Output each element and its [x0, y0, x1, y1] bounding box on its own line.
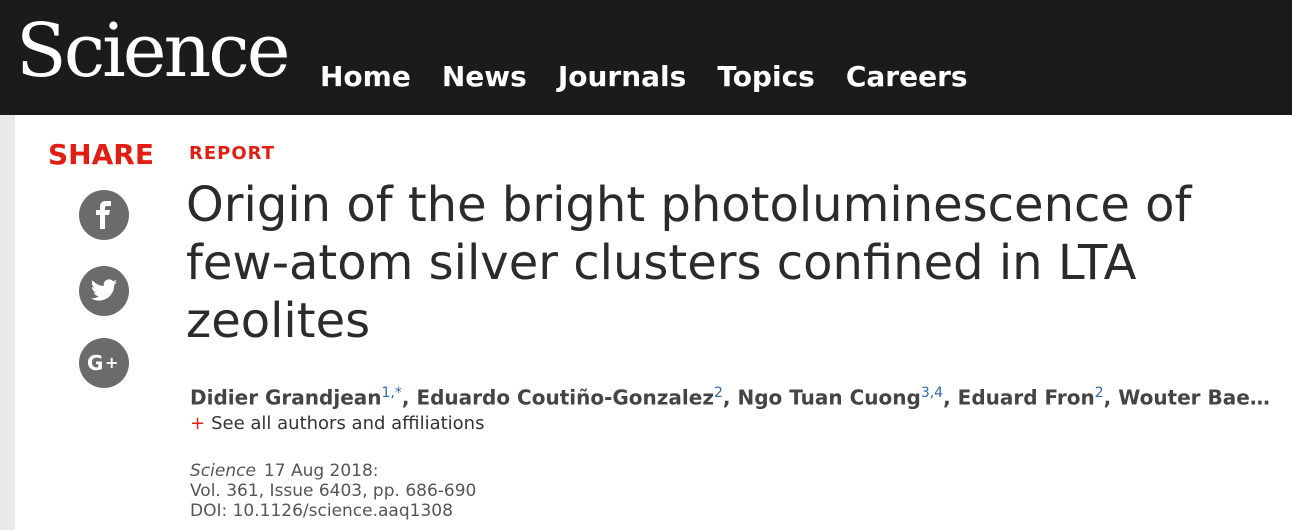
article-title: Origin of the bright photoluminescence o…	[186, 177, 1192, 349]
author-affiliation-marker[interactable]: 3,4	[921, 385, 943, 401]
see-all-authors-text: See all authors and affiliations	[211, 413, 485, 434]
author-affiliation-marker[interactable]: 1,*	[382, 385, 402, 401]
main-nav: Home News Journals Topics Careers	[320, 58, 999, 96]
svg-text:G: G	[87, 352, 103, 374]
google-plus-icon: G +	[87, 352, 118, 374]
see-all-authors-link[interactable]: + See all authors and affiliations	[190, 412, 484, 436]
author-name[interactable]: Ngo Tuan Cuong	[737, 386, 920, 410]
author-name[interactable]: Wouter Bae…	[1118, 386, 1270, 410]
twitter-icon	[90, 279, 117, 301]
nav-home[interactable]: Home	[320, 58, 411, 96]
author-name[interactable]: Didier Grandjean	[190, 386, 382, 410]
author-affiliation-marker[interactable]: 2	[714, 385, 723, 401]
author-name[interactable]: Eduard Fron	[958, 386, 1095, 410]
author-name[interactable]: Eduardo Coutiño-Gonzalez	[416, 386, 714, 410]
author-affiliation-marker[interactable]: 2	[1095, 385, 1104, 401]
science-logo[interactable]: Science	[16, 8, 290, 94]
citation-line: Science 17 Aug 2018:	[190, 461, 476, 481]
citation-date: 17 Aug 2018:	[263, 461, 379, 481]
twitter-share-button[interactable]	[79, 266, 129, 316]
plus-icon: +	[190, 413, 206, 434]
nav-journals[interactable]: Journals	[558, 58, 687, 96]
citation-block: Science 17 Aug 2018: Vol. 361, Issue 6403…	[190, 461, 476, 521]
top-navigation-bar: Science Home News Journals Topics Career…	[0, 0, 1292, 115]
article-type-label: REPORT	[189, 143, 275, 164]
svg-text:+: +	[105, 353, 118, 372]
citation-doi[interactable]: DOI: 10.1126/science.aaq1308	[190, 501, 476, 521]
citation-volume: Vol. 361, Issue 6403, pp. 686-690	[190, 481, 477, 501]
facebook-share-button[interactable]	[79, 190, 129, 240]
citation-journal: Science	[190, 461, 256, 481]
page-margin-strip	[0, 115, 15, 530]
google-plus-share-button[interactable]: G +	[79, 338, 129, 388]
share-label: SHARE	[48, 138, 154, 171]
author-list: Didier Grandjean1,*, Eduardo Coutiño-Gon…	[190, 385, 1270, 410]
nav-careers[interactable]: Careers	[846, 58, 968, 96]
nav-topics[interactable]: Topics	[717, 58, 815, 96]
nav-news[interactable]: News	[442, 58, 527, 96]
facebook-icon	[96, 201, 111, 229]
